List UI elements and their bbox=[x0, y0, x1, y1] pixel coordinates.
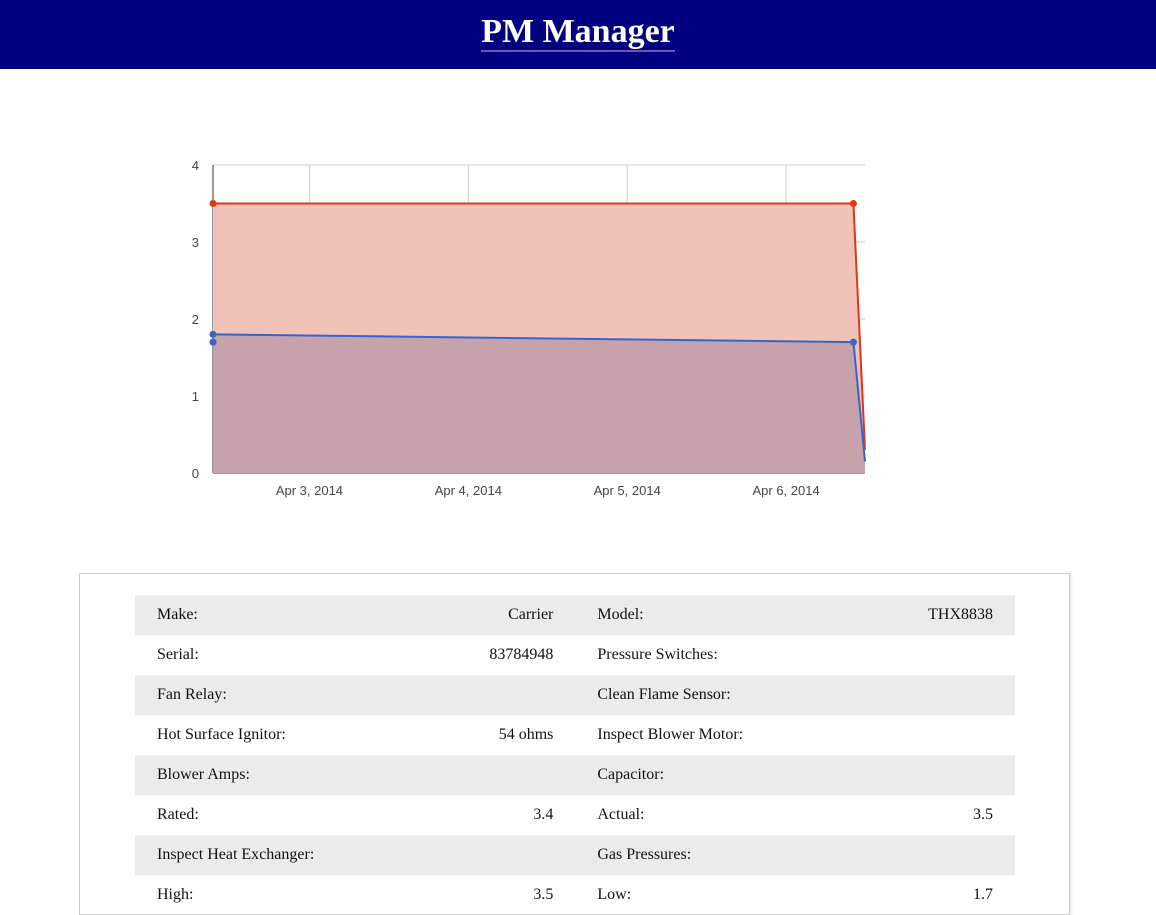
y-tick-label: 3 bbox=[192, 235, 199, 250]
detail-value bbox=[795, 835, 1015, 875]
series-1-point bbox=[849, 338, 857, 346]
y-tick-label: 1 bbox=[192, 389, 199, 404]
details-row: Make: Carrier Model: THX8838 bbox=[135, 595, 1015, 635]
detail-label: Blower Amps: bbox=[135, 755, 356, 795]
detail-value bbox=[795, 715, 1015, 755]
detail-value: 83784948 bbox=[489, 646, 554, 663]
detail-label: Hot Surface Ignitor: bbox=[157, 726, 286, 743]
x-tick-label: Apr 3, 2014 bbox=[276, 483, 343, 498]
detail-value bbox=[355, 675, 576, 715]
details-row: Serial: 83784948 Pressure Switches: bbox=[135, 635, 1015, 675]
detail-value: 54 ohms bbox=[498, 726, 554, 743]
detail-label: Clean Flame Sensor: bbox=[575, 675, 796, 715]
detail-label: Actual: bbox=[597, 806, 645, 823]
detail-value bbox=[355, 755, 576, 795]
detail-value bbox=[795, 755, 1015, 795]
detail-label: Rated: bbox=[157, 806, 199, 823]
details-panel: Make: Carrier Model: THX8838 Serial: 83784948… bbox=[79, 573, 1070, 915]
detail-value bbox=[795, 675, 1015, 715]
detail-label: Gas Pressures: bbox=[575, 835, 796, 875]
y-tick-label: 0 bbox=[192, 466, 199, 481]
detail-label: Make: bbox=[135, 595, 356, 635]
detail-label: Low: bbox=[597, 886, 632, 903]
detail-label: Fan Relay: bbox=[135, 675, 356, 715]
x-tick-label: Apr 5, 2014 bbox=[594, 483, 661, 498]
detail-label: Inspect Heat Exchanger: bbox=[135, 835, 356, 875]
series-0-point bbox=[849, 200, 857, 207]
detail-label: Serial: bbox=[157, 646, 199, 663]
x-tick-label: Apr 4, 2014 bbox=[435, 483, 502, 498]
detail-value: 3.4 bbox=[533, 806, 554, 823]
detail-value bbox=[795, 635, 1015, 675]
series-1-point bbox=[209, 338, 217, 346]
detail-value: 3.5 bbox=[533, 886, 554, 903]
detail-value: Carrier bbox=[355, 595, 576, 635]
detail-label: Inspect Blower Motor: bbox=[597, 726, 744, 743]
detail-value: 1.7 bbox=[973, 886, 993, 903]
area-chart: 0 1 2 3 4 Apr 3, 2014 Apr 4, 2014 Apr 5, 2014 Ap… bbox=[192, 158, 866, 498]
detail-label: Model: bbox=[575, 595, 796, 635]
details-row: Fan Relay: Clean Flame Sensor: bbox=[135, 675, 1015, 715]
series-0-point bbox=[209, 200, 217, 207]
detail-label: Capacitor: bbox=[575, 755, 796, 795]
details-row: Blower Amps: Capacitor: bbox=[135, 755, 1015, 795]
details-row: Rated: 3.4 Actual: 3.5 bbox=[135, 795, 1015, 835]
y-tick-label: 2 bbox=[192, 312, 199, 327]
details-row: High: 3.5 Low: 1.7 bbox=[135, 875, 1015, 915]
detail-label: Pressure Switches: bbox=[597, 646, 718, 663]
detail-value bbox=[355, 835, 576, 875]
x-tick-label: Apr 6, 2014 bbox=[752, 483, 819, 498]
y-tick-label: 4 bbox=[192, 158, 199, 173]
series-1-point bbox=[209, 330, 217, 338]
details-row: Hot Surface Ignitor: 54 ohms Inspect Blowe… bbox=[135, 715, 1015, 755]
detail-label: High: bbox=[157, 886, 194, 903]
chart-container: 0 1 2 3 4 Apr 3, 2014 Apr 4, 2014 Apr 5, 2014 Ap… bbox=[0, 69, 1156, 549]
details-table: Make: Carrier Model: THX8838 Serial: 83784948… bbox=[135, 595, 1015, 915]
app-title-link[interactable]: PM Manager bbox=[481, 14, 675, 52]
detail-value: 3.5 bbox=[973, 806, 993, 823]
series-1-area bbox=[213, 334, 865, 473]
detail-value: THX8838 bbox=[795, 595, 1015, 635]
details-row: Inspect Heat Exchanger: Gas Pressures: bbox=[135, 835, 1015, 875]
app-header: PM Manager bbox=[0, 0, 1156, 69]
